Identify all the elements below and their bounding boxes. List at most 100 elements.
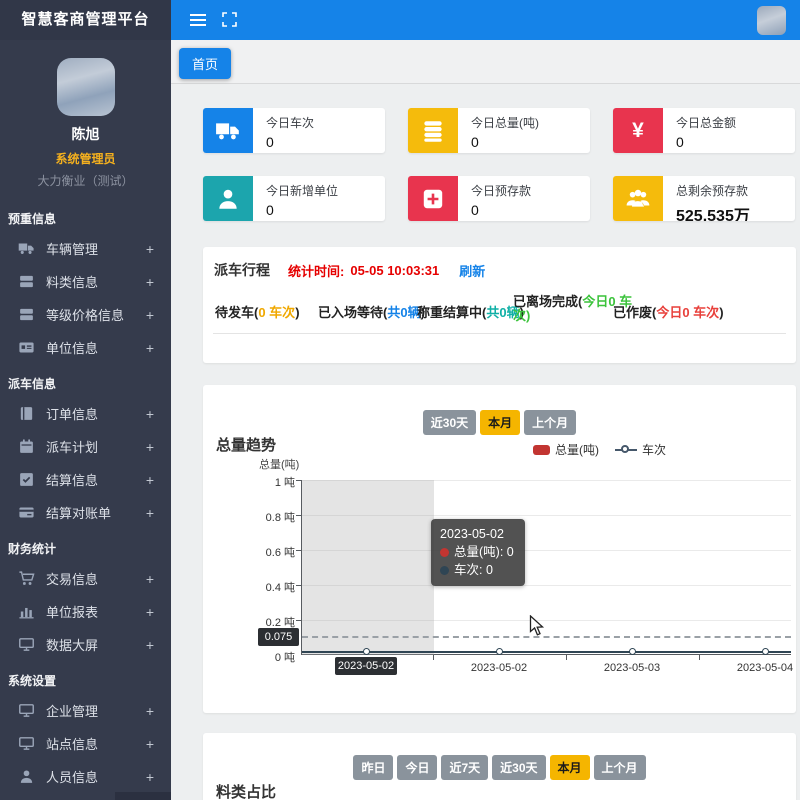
range-button-yesterday[interactable]: 昨日 — [353, 755, 393, 780]
sidebar-item-vehicle-mgmt[interactable]: 车辆管理 + — [0, 232, 171, 265]
user-icon — [203, 176, 253, 221]
fullscreen-icon[interactable] — [222, 12, 237, 27]
tab-strip: 首页 — [171, 40, 800, 84]
id-card-icon — [18, 339, 35, 356]
sidebar-item-label: 订单信息 — [46, 404, 98, 423]
expand-plus-icon[interactable]: + — [146, 242, 154, 256]
sidebar-item-label: 单位报表 — [46, 602, 98, 621]
sidebar-item-label: 结算信息 — [46, 470, 98, 489]
status-entered-waiting[interactable]: 已入场等待(共0辆) — [318, 302, 425, 321]
range-button-today[interactable]: 今日 — [397, 755, 437, 780]
truck-icon — [203, 108, 253, 153]
dispatch-status-row: 待发车(0 车次) 已入场等待(共0辆) 称重结算中(共0辆) 已离场完成(今日… — [213, 290, 786, 334]
stat-card-today-amount[interactable]: ¥ 今日总金额0 — [613, 108, 795, 153]
stat-value: 525.535万 — [676, 202, 795, 221]
expand-plus-icon[interactable]: + — [146, 506, 154, 520]
axis-pointer-label: 2023-05-02 — [335, 657, 397, 675]
yuan-icon: ¥ — [613, 108, 663, 153]
sidebar-item-unit-info[interactable]: 单位信息 + — [0, 331, 171, 364]
sidebar-item-grade-price[interactable]: 等级价格信息 + — [0, 298, 171, 331]
expand-plus-icon[interactable]: + — [146, 473, 154, 487]
expand-plus-icon[interactable]: + — [146, 770, 154, 784]
expand-plus-icon[interactable]: + — [146, 605, 154, 619]
sidebar-footer — [115, 792, 171, 800]
sidebar-item-personnel-info[interactable]: 人员信息 + — [0, 760, 171, 793]
stat-value: 0 — [266, 134, 385, 150]
refresh-link[interactable]: 刷新 — [459, 261, 485, 280]
stat-card-today-trips[interactable]: 今日车次 0 — [203, 108, 385, 153]
sidebar-item-order-info[interactable]: 订单信息 + — [0, 397, 171, 430]
user-company: 大力衡业（测试） — [0, 172, 171, 189]
sidebar-section-settings: 系统设置 — [0, 661, 171, 694]
material-ratio-title: 料类占比 — [216, 781, 276, 800]
sidebar-item-dispatch-plan[interactable]: 派车计划 + — [0, 430, 171, 463]
range-button-last-month[interactable]: 上个月 — [524, 410, 576, 435]
data-point[interactable] — [762, 648, 769, 655]
chart-legend: 总量(吨) 车次 — [533, 441, 666, 458]
markline-value-label: 0.075 — [258, 628, 299, 646]
range-button-this-month[interactable]: 本月 — [480, 410, 520, 435]
user-avatar[interactable] — [57, 58, 115, 116]
expand-plus-icon[interactable]: + — [146, 341, 154, 355]
range-button-this-month[interactable]: 本月 — [550, 755, 590, 780]
expand-plus-icon[interactable]: + — [146, 572, 154, 586]
sidebar-item-label: 车辆管理 — [46, 239, 98, 258]
calendar-icon — [18, 438, 35, 455]
sidebar-item-site-info[interactable]: 站点信息 + — [0, 727, 171, 760]
sidebar-item-label: 交易信息 — [46, 569, 98, 588]
trips-series-line — [302, 651, 791, 653]
sidebar-menu: 预重信息 车辆管理 + 料类信息 + 等级价格信息 + 单位信息 + 派车信息 … — [0, 199, 171, 793]
expand-plus-icon[interactable]: + — [146, 407, 154, 421]
stat-card-total-deposit[interactable]: 总剩余预存款525.535万 — [613, 176, 795, 221]
sidebar-item-settlement-info[interactable]: 结算信息 + — [0, 463, 171, 496]
expand-plus-icon[interactable]: + — [146, 308, 154, 322]
users-icon — [613, 176, 663, 221]
chart-plot-area[interactable] — [301, 480, 791, 655]
expand-plus-icon[interactable]: + — [146, 704, 154, 718]
stat-card-today-tonnage[interactable]: 今日总量(吨)0 — [408, 108, 590, 153]
sidebar-section-finance: 财务统计 — [0, 529, 171, 562]
legend-trips[interactable]: 车次 — [615, 441, 666, 458]
tab-home[interactable]: 首页 — [179, 48, 231, 79]
data-point[interactable] — [496, 648, 503, 655]
stat-label: 今日总金额 — [676, 114, 795, 131]
status-voided[interactable]: 已作废(今日0 车次) — [613, 302, 724, 321]
sidebar-item-unit-report[interactable]: 单位报表 + — [0, 595, 171, 628]
bar-chart-icon — [18, 603, 35, 620]
range-button-last-month[interactable]: 上个月 — [594, 755, 646, 780]
expand-plus-icon[interactable]: + — [146, 737, 154, 751]
legend-line-marker-icon — [615, 445, 637, 455]
expand-plus-icon[interactable]: + — [146, 275, 154, 289]
range-button-7days[interactable]: 近7天 — [441, 755, 488, 780]
y-tick-label: 0.6 吨 — [243, 544, 295, 560]
user-name: 陈旭 — [0, 124, 171, 144]
expand-plus-icon[interactable]: + — [146, 440, 154, 454]
sidebar-item-settlement-statement[interactable]: 结算对账单 + — [0, 496, 171, 529]
data-point[interactable] — [363, 648, 370, 655]
stat-cards: 今日车次 0 今日总量(吨)0 ¥ 今日总金额0 今日新增单位0 今日预存款0 总… — [203, 108, 795, 221]
dispatch-title: 派车行程 — [214, 260, 270, 280]
tooltip-row: 车次: 0 — [454, 561, 493, 579]
mouse-cursor-icon — [529, 615, 545, 637]
medical-plus-icon — [408, 176, 458, 221]
status-weighing-settling[interactable]: 称重结算中(共0辆) — [417, 302, 524, 321]
sidebar-item-material-info[interactable]: 料类信息 + — [0, 265, 171, 298]
menu-toggle-icon[interactable] — [190, 14, 206, 26]
range-button-30days[interactable]: 近30天 — [492, 755, 545, 780]
stat-card-new-units[interactable]: 今日新增单位0 — [203, 176, 385, 221]
stat-label: 今日车次 — [266, 114, 385, 131]
y-tick-label: 0.4 吨 — [243, 579, 295, 595]
topbar-avatar[interactable] — [757, 6, 786, 35]
stat-card-today-deposit[interactable]: 今日预存款0 — [408, 176, 590, 221]
legend-tonnage[interactable]: 总量(吨) — [533, 441, 599, 458]
status-waiting-dispatch[interactable]: 待发车(0 车次) — [215, 302, 300, 321]
sidebar-item-data-screen[interactable]: 数据大屏 + — [0, 628, 171, 661]
sidebar-item-transaction-info[interactable]: 交易信息 + — [0, 562, 171, 595]
sidebar-item-enterprise-mgmt[interactable]: 企业管理 + — [0, 694, 171, 727]
expand-plus-icon[interactable]: + — [146, 638, 154, 652]
range-button-30days[interactable]: 近30天 — [423, 410, 476, 435]
tooltip-title: 2023-05-02 — [440, 525, 514, 543]
tooltip-dot-red-icon — [440, 548, 449, 557]
material-range-buttons: 昨日 今日 近7天 近30天 本月 上个月 — [203, 755, 796, 780]
data-point[interactable] — [629, 648, 636, 655]
